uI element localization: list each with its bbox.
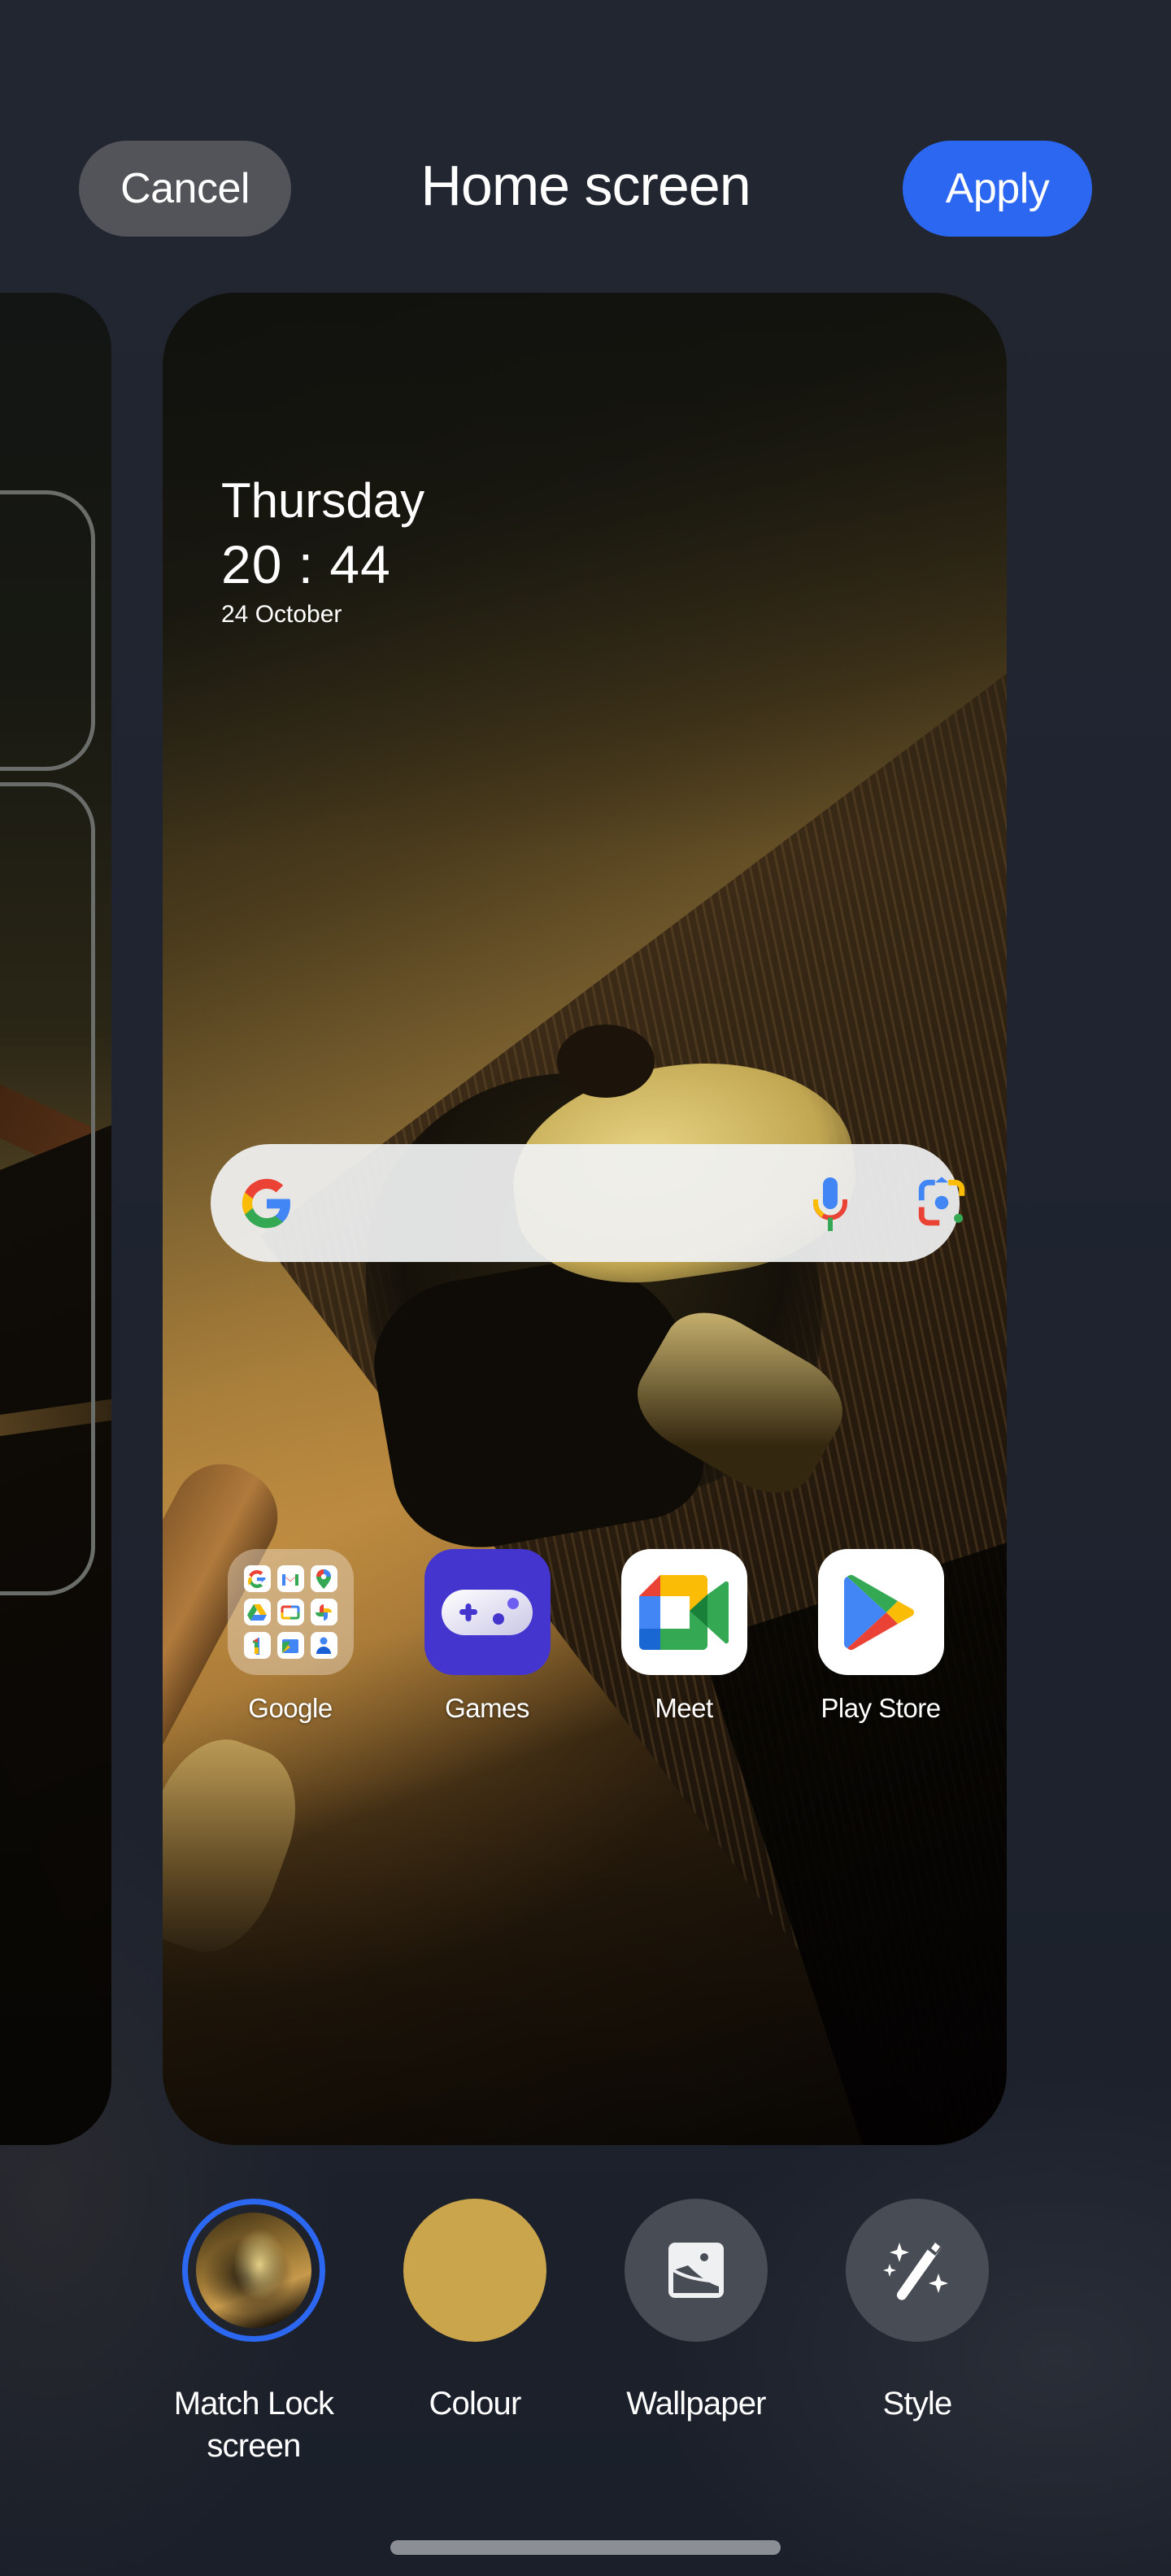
- play-movies-icon: [276, 1599, 304, 1625]
- google-meet-icon: [620, 1549, 747, 1675]
- widget-placeholder: [0, 782, 95, 1595]
- app-play-store[interactable]: Play Store: [799, 1549, 962, 1724]
- magic-wand-icon: [883, 2241, 948, 2300]
- app-label: Google: [248, 1693, 333, 1723]
- google-one-icon: [243, 1632, 271, 1659]
- option-style[interactable]: Style: [820, 2199, 1015, 2425]
- option-wallpaper[interactable]: Wallpaper: [599, 2199, 794, 2425]
- clock-widget: Thursday 20 : 44 24 October: [221, 472, 424, 631]
- folder-icon: [227, 1549, 354, 1675]
- option-label-line: screen: [207, 2428, 301, 2464]
- option-label-line: Match Lock: [173, 2386, 334, 2422]
- app-label: Games: [445, 1693, 529, 1723]
- option-label: Match Lock screen: [156, 2382, 351, 2467]
- app-meet[interactable]: Meet: [603, 1549, 765, 1724]
- home-screen-preview-card[interactable]: Thursday 20 : 44 24 October Google Games…: [163, 293, 1007, 2145]
- selected-ring: [182, 2199, 325, 2342]
- app-label: Meet: [655, 1693, 713, 1723]
- clock-day: Thursday: [221, 473, 425, 528]
- maps-icon: [310, 1565, 337, 1592]
- option-label: Style: [882, 2386, 953, 2422]
- clock-date: 24 October: [221, 601, 342, 628]
- google-lens-icon[interactable]: [915, 1175, 969, 1230]
- option-label: Colour: [429, 2386, 521, 2422]
- option-label: Wallpaper: [626, 2386, 766, 2422]
- clock-time: 20 : 44: [221, 534, 391, 594]
- drive-icon: [243, 1599, 271, 1625]
- contacts-icon: [310, 1632, 337, 1659]
- photos-icon: [310, 1599, 337, 1625]
- google-search-bar[interactable]: [211, 1144, 965, 1262]
- files-icon: [276, 1632, 304, 1659]
- option-match-lock-screen[interactable]: Match Lock screen: [156, 2199, 351, 2467]
- home-indicator[interactable]: [390, 2540, 781, 2555]
- app-google-folder[interactable]: Google: [209, 1549, 372, 1724]
- magic-wand-icon-circle: [846, 2199, 989, 2342]
- wallpaper-icon: [668, 2243, 724, 2298]
- google-icon: [243, 1565, 271, 1592]
- widget-placeholder: [0, 490, 95, 771]
- gmail-icon: [276, 1565, 304, 1592]
- wallpaper-thumbnail: [196, 2213, 311, 2328]
- microphone-icon[interactable]: [811, 1175, 850, 1234]
- wallpaper-icon-circle: [625, 2199, 768, 2342]
- play-store-icon: [817, 1549, 944, 1675]
- lock-screen-preview-card[interactable]: [0, 293, 111, 2145]
- google-g-icon: [242, 1178, 291, 1229]
- colour-swatch: [403, 2199, 546, 2342]
- option-colour[interactable]: Colour: [377, 2199, 572, 2425]
- app-games[interactable]: Games: [406, 1549, 568, 1724]
- app-label: Play Store: [821, 1693, 941, 1723]
- gamepad-icon: [424, 1549, 551, 1675]
- apply-button[interactable]: Apply: [903, 141, 1092, 237]
